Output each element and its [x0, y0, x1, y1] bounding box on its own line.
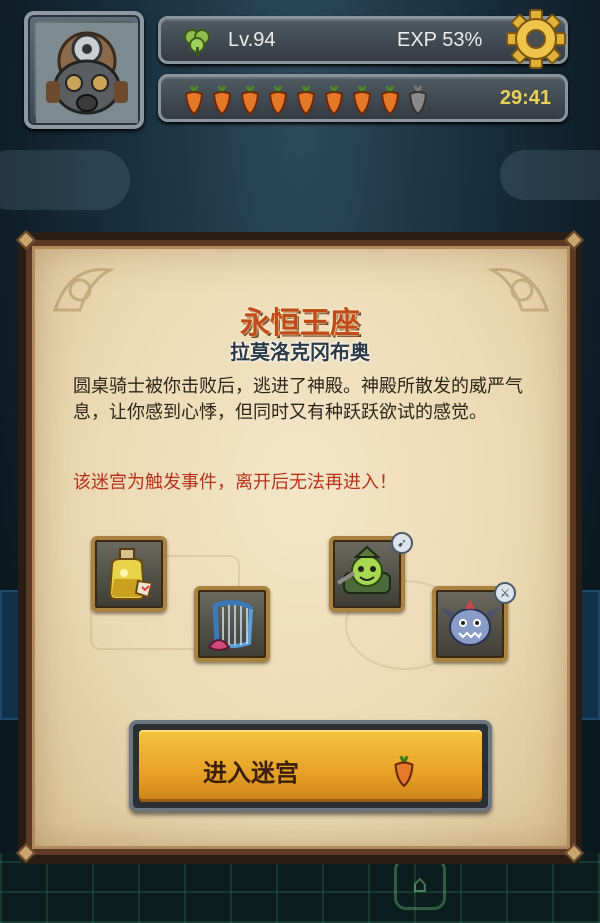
floor-emblem: ⌂ [394, 858, 446, 910]
cloud [500, 150, 600, 200]
carrot-icon [184, 85, 204, 116]
dungeon-subtitle: 拉莫洛克冈布奥 [230, 340, 370, 364]
reward-slot-potion[interactable] [91, 536, 167, 612]
carrot-icon [324, 85, 344, 116]
dungeon-description: 圆桌骑士被你击败后，逃进了神殿。神殿所散发的威严气息，让你感到心悸，但同时又有种… [73, 376, 523, 423]
harp-icon [207, 600, 253, 651]
settings-gear-icon[interactable] [505, 8, 567, 70]
empty-carrot-icon [408, 85, 428, 116]
carrot-icon [212, 85, 232, 116]
potion-icon [108, 548, 154, 600]
compass-badge-icon: ➹ [391, 532, 413, 554]
stamina-bar: 29:41 [158, 74, 568, 122]
carrot-icon [296, 85, 316, 116]
carrot-icon [268, 85, 288, 116]
exp-text: EXP 53% [397, 29, 483, 51]
clover-icon [184, 29, 210, 56]
goblin-warrior-icon [336, 545, 391, 594]
stamina-timer: 29:41 [499, 87, 551, 109]
stamina-carrots [181, 82, 431, 116]
carrot-icon [352, 85, 372, 116]
cloud [0, 150, 130, 210]
shark-monster-icon [441, 599, 499, 646]
player-avatar[interactable] [24, 11, 144, 129]
reward-slot-harp[interactable] [194, 586, 270, 662]
enter-dungeon-button[interactable]: 进入迷宫 [129, 720, 492, 812]
sword-badge-icon: ⚔ [494, 582, 516, 604]
carrot-icon [394, 755, 414, 788]
gasmask-character-icon [36, 23, 138, 123]
reward-slot-shark[interactable]: ⚔ [432, 582, 516, 662]
dungeon-warning: 该迷宫为触发事件，离开后无法再进入！ [73, 472, 397, 493]
carrot-icon [240, 85, 260, 116]
reward-slot-goblin[interactable]: ➹ [329, 532, 413, 612]
carrot-icon [380, 85, 400, 116]
enter-dungeon-label: 进入迷宫 [203, 759, 299, 787]
level-text: Lv.94 [228, 29, 276, 51]
